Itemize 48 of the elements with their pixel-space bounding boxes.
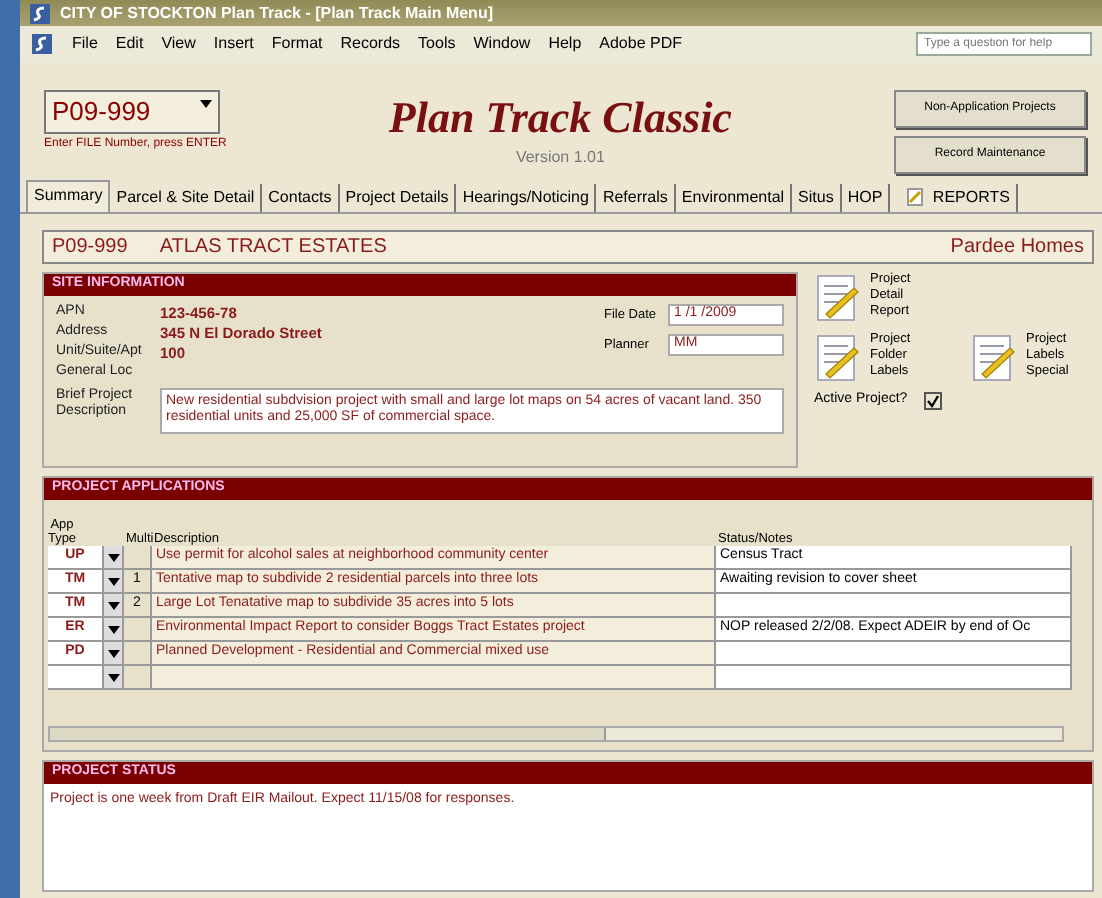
dropdown-arrow-icon [107, 601, 119, 609]
tab[interactable]: Parcel & Site Detail [110, 184, 263, 212]
tab[interactable]: Contacts [262, 184, 340, 212]
menu-item[interactable]: Tools [418, 34, 456, 54]
tab[interactable]: Project Details [339, 184, 457, 212]
dropdown-button[interactable] [104, 666, 124, 690]
dropdown-arrow-icon [200, 100, 212, 108]
report-icon [906, 187, 929, 206]
version-label: Version 1.01 [513, 148, 607, 168]
menu-item[interactable]: Adobe PDF [599, 34, 682, 54]
tab[interactable]: Situs [792, 184, 842, 212]
report-icon[interactable] [970, 332, 1018, 384]
developer-name: Pardee Homes [950, 235, 1084, 259]
window-title: CITY OF STOCKTON Plan Track - [Plan Track Main Menu] [60, 3, 493, 23]
dropdown-button[interactable] [104, 594, 124, 618]
menu-item[interactable]: Format [271, 34, 323, 54]
menu-item[interactable]: View [161, 34, 196, 54]
dropdown-button[interactable] [104, 642, 124, 666]
menu-item[interactable]: Insert [213, 34, 254, 54]
menu-item[interactable]: File [72, 34, 98, 54]
app-title: Plan Track Classic [386, 96, 734, 140]
tab[interactable]: Summary [26, 180, 111, 212]
dropdown-arrow-icon [107, 553, 119, 561]
dropdown-arrow-icon [107, 649, 119, 657]
tab[interactable]: Hearings/Noticing [456, 184, 597, 212]
tab[interactable]: HOP [841, 184, 891, 212]
table-cell [48, 666, 104, 690]
tab[interactable]: REPORTS [890, 184, 1018, 212]
report-icon[interactable] [814, 332, 862, 384]
dropdown-button[interactable] [104, 546, 124, 570]
dropdown-button[interactable] [104, 570, 124, 594]
file-number-dropdown[interactable]: P09-999 [44, 90, 220, 134]
app-icon [30, 32, 54, 56]
project-name: ATLAS TRACT ESTATES [159, 235, 389, 259]
report-icon[interactable] [814, 272, 862, 324]
menu-item[interactable]: Help [548, 34, 582, 54]
tab[interactable]: Referrals [596, 184, 676, 212]
menu-item[interactable]: Window [473, 34, 531, 54]
project-number: P09-999 [52, 235, 128, 259]
app-icon [28, 1, 52, 25]
menu-item[interactable]: Records [340, 34, 401, 54]
dropdown-arrow-icon [107, 577, 119, 585]
dropdown-button[interactable] [104, 618, 124, 642]
active-checkbox[interactable] [923, 392, 942, 410]
menu-item[interactable]: Edit [115, 34, 144, 54]
dropdown-arrow-icon [107, 625, 119, 633]
dropdown-arrow-icon [107, 673, 119, 681]
tab[interactable]: Environmental [675, 184, 793, 212]
